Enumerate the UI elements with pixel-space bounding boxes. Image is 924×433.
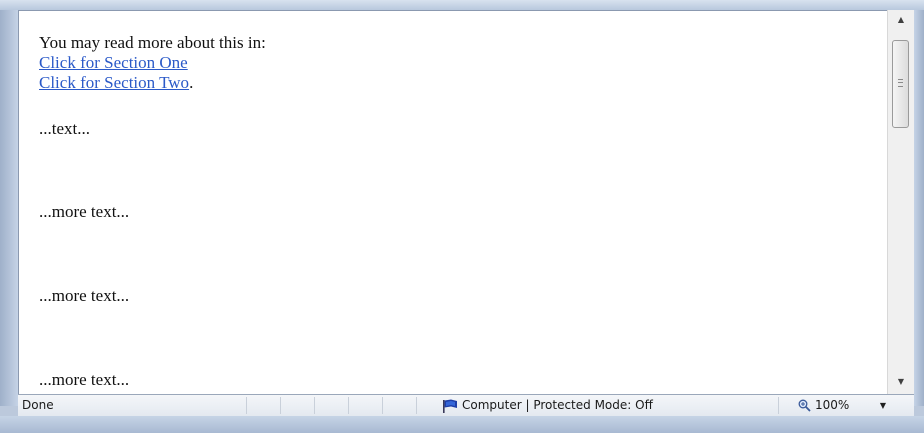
scroll-down-arrow-icon[interactable]: ▼ xyxy=(888,372,914,392)
window-left-edge xyxy=(0,10,18,406)
status-divider xyxy=(416,397,417,414)
security-zone-text[interactable]: Computer | Protected Mode: Off xyxy=(462,395,653,416)
window-top-edge xyxy=(0,0,924,10)
browser-window-frame: You may read more about this in: Click f… xyxy=(0,0,924,433)
paragraph-more-text: ...more text... xyxy=(39,286,130,305)
page-content: You may read more about this in: Click f… xyxy=(18,10,887,394)
scroll-up-arrow-icon[interactable]: ▲ xyxy=(888,10,914,30)
window-bottom-edge xyxy=(0,416,924,433)
flag-icon[interactable] xyxy=(442,399,458,413)
status-divider xyxy=(314,397,315,414)
zoom-dropdown-icon[interactable]: ▼ xyxy=(876,395,890,416)
paragraph-text: ...text... xyxy=(39,119,90,138)
paragraph-more-text: ...more text... xyxy=(39,202,130,221)
status-text: Done xyxy=(22,398,54,412)
zoom-level[interactable]: 100% xyxy=(815,395,849,416)
status-divider xyxy=(348,397,349,414)
section-two-link[interactable]: Click for Section Two xyxy=(39,73,189,92)
intro-text: You may read more about this in: xyxy=(39,33,266,52)
scroll-thumb[interactable] xyxy=(892,40,909,128)
grip-line xyxy=(898,82,903,83)
status-divider xyxy=(382,397,383,414)
intro-block: You may read more about this in: Click f… xyxy=(39,33,266,93)
magnifier-icon[interactable] xyxy=(798,399,811,412)
grip-icon xyxy=(898,79,903,87)
status-bar: Done Computer | Protected Mode: Off 100%… xyxy=(18,394,914,416)
link-period: . xyxy=(189,73,194,92)
vertical-scrollbar[interactable]: ▲ ▼ xyxy=(887,10,914,394)
status-divider xyxy=(246,397,247,414)
window-right-edge xyxy=(914,10,924,406)
section-one-link[interactable]: Click for Section One xyxy=(39,53,188,72)
status-divider xyxy=(778,397,779,414)
status-divider xyxy=(280,397,281,414)
paragraph-more-text: ...more text... xyxy=(39,370,130,389)
